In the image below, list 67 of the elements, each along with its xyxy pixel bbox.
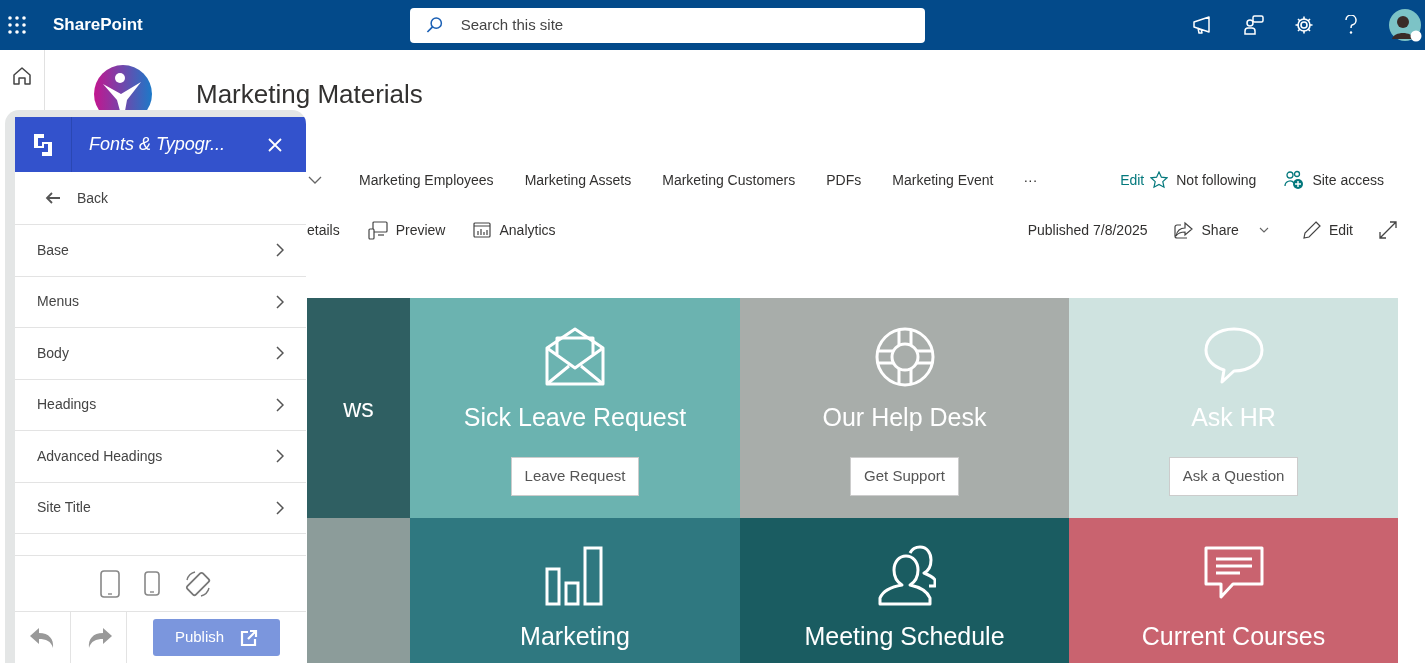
share-button[interactable]: Share — [1173, 219, 1269, 241]
back-button[interactable]: Back — [45, 187, 109, 209]
tile-button[interactable]: Leave Request — [510, 457, 640, 496]
rotate-icon[interactable] — [183, 569, 212, 598]
published-date: Published 7/8/2025 — [1027, 220, 1148, 240]
panel-menu-item[interactable]: Body — [15, 328, 306, 380]
logo-icon — [32, 131, 54, 158]
phone-icon[interactable] — [143, 571, 160, 596]
panel-menu-item[interactable]: Headings — [15, 379, 306, 431]
search-field[interactable]: Search this site — [458, 12, 909, 38]
panel-menu-item[interactable]: Base — [15, 225, 306, 277]
people-icon — [1284, 170, 1305, 190]
tile-title: Marketing — [520, 621, 630, 651]
analytics-button[interactable]: Analytics — [473, 219, 556, 241]
panel-title: Fonts & Typogr... — [89, 133, 226, 156]
panel-menu-item[interactable]: Site Title — [15, 482, 306, 534]
nav-link[interactable]: Marketing Assets — [524, 169, 632, 191]
follow-button[interactable]: Not following — [1150, 169, 1257, 191]
settings-icon[interactable] — [1294, 15, 1314, 35]
nav-link[interactable]: Marketing Employees — [359, 169, 494, 191]
nav-link[interactable]: Marketing Customers — [662, 169, 796, 191]
chevron-right-icon — [276, 500, 284, 515]
devices-icon — [367, 220, 388, 240]
chevron-right-icon — [276, 397, 284, 412]
tile-button[interactable]: Ask a Question — [1168, 457, 1299, 496]
home-icon[interactable] — [12, 66, 32, 86]
more-button[interactable]: ··· — [1023, 169, 1038, 191]
tile-title: ws — [343, 393, 374, 423]
search-icon — [425, 16, 443, 34]
envelope-icon — [544, 326, 606, 388]
preview-button[interactable]: Preview — [367, 219, 446, 241]
help-icon[interactable] — [1344, 15, 1358, 35]
expand-icon[interactable] — [1379, 221, 1397, 239]
tile-title: Our Help Desk — [822, 402, 987, 432]
chevron-down-icon[interactable] — [308, 176, 322, 184]
edit-button[interactable]: Edit — [1302, 219, 1353, 241]
site-access-button[interactable]: Site access — [1284, 169, 1384, 191]
analytics-icon — [473, 222, 492, 238]
avatar[interactable] — [1388, 8, 1422, 42]
chart-icon — [544, 545, 606, 607]
panel-menu-item[interactable]: Menus — [15, 276, 306, 328]
chevron-down-icon — [1258, 227, 1269, 233]
chevron-right-icon — [276, 243, 284, 258]
chevron-right-icon — [276, 294, 284, 309]
tile-title: Sick Leave Request — [463, 402, 687, 432]
share-icon — [1173, 221, 1194, 239]
chat-icon[interactable] — [1244, 15, 1264, 35]
edit-link[interactable]: Edit — [1120, 169, 1145, 191]
close-icon[interactable] — [268, 137, 282, 152]
tile-title: Meeting Schedule — [804, 621, 1005, 651]
chevron-right-icon — [276, 449, 284, 464]
details-button[interactable]: etails — [307, 219, 340, 241]
pencil-icon — [1302, 221, 1321, 239]
search-box[interactable]: Search this site — [409, 7, 925, 43]
nav-link[interactable]: Marketing Event — [892, 169, 994, 191]
tile-button[interactable]: Get Support — [850, 457, 959, 496]
nav-link[interactable]: PDFs — [826, 169, 862, 191]
app-name[interactable]: SharePoint — [53, 12, 143, 38]
tile-title: Current Courses — [1141, 621, 1326, 651]
lifebuoy-icon — [873, 326, 936, 388]
site-title: Marketing Materials — [196, 79, 423, 109]
panel-menu-item[interactable]: Advanced Headings — [15, 431, 306, 483]
tablet-icon[interactable] — [99, 569, 120, 598]
chevron-right-icon — [276, 346, 284, 361]
app-launcher-icon[interactable] — [8, 16, 26, 34]
back-arrow-icon — [45, 192, 61, 204]
external-link-icon — [240, 628, 259, 647]
